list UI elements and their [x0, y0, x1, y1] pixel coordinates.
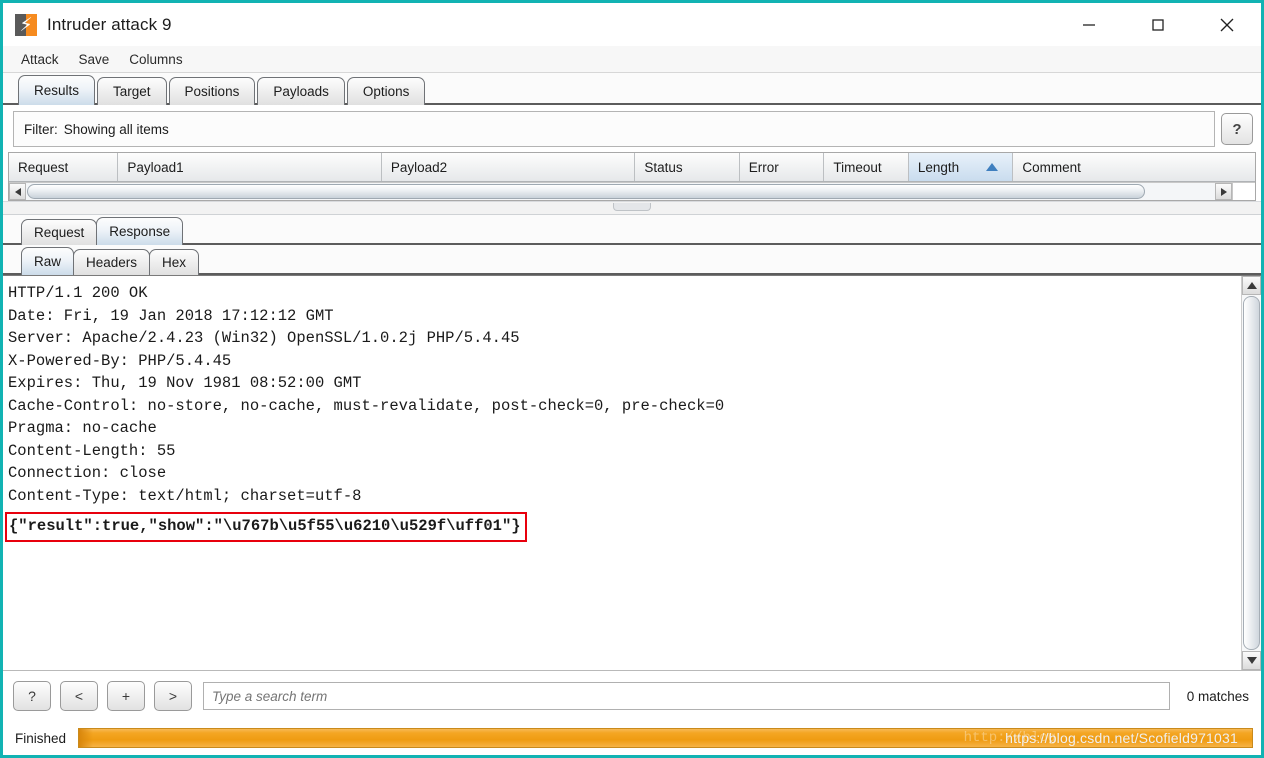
panel-splitter[interactable]: [3, 201, 1261, 215]
message-tab-strip: Request Response: [3, 215, 1261, 245]
filter-label: Filter:: [24, 121, 58, 137]
splitter-grip[interactable]: [613, 203, 651, 211]
vscroll-track[interactable]: [1242, 295, 1261, 651]
results-horizontal-scrollbar[interactable]: [9, 182, 1255, 200]
column-header-request[interactable]: Request: [9, 153, 119, 181]
close-button[interactable]: [1192, 3, 1261, 46]
filter-zone: Filter: Showing all items ?: [3, 105, 1261, 152]
watermark-ghost: http://blog: [963, 730, 1056, 746]
column-header-payload1[interactable]: Payload1: [118, 153, 382, 181]
tab-response[interactable]: Response: [96, 217, 184, 245]
search-input[interactable]: [203, 682, 1170, 710]
tab-headers[interactable]: Headers: [73, 249, 151, 275]
scroll-right-button[interactable]: [1215, 183, 1232, 200]
watermark-url: https://blog.csdn.net/Scofield971031: [1005, 730, 1238, 746]
title-bar: ⚡ Intruder attack 9: [3, 3, 1261, 46]
menu-item-save[interactable]: Save: [71, 50, 118, 69]
column-header-length-label: Length: [917, 159, 960, 175]
filter-bar[interactable]: Filter: Showing all items: [13, 111, 1215, 147]
window-title: Intruder attack 9: [47, 14, 172, 34]
search-next-button[interactable]: >: [154, 681, 192, 711]
arrow-right-icon: [1220, 187, 1227, 196]
column-header-error[interactable]: Error: [740, 153, 825, 181]
tab-options[interactable]: Options: [346, 77, 426, 105]
tab-results[interactable]: Results: [18, 75, 96, 105]
attack-progress-bar: http://blog https://blog.csdn.net/Scofie…: [78, 728, 1253, 748]
column-header-length[interactable]: Length: [908, 153, 1014, 181]
response-vertical-scrollbar[interactable]: [1241, 276, 1261, 670]
hscroll-corner: [1232, 183, 1255, 200]
results-table: Request Payload1 Payload2 Status Error T…: [8, 152, 1256, 201]
status-label: Finished: [15, 730, 67, 746]
menu-bar: Attack Save Columns: [3, 46, 1261, 73]
tab-payloads[interactable]: Payloads: [257, 77, 345, 105]
hscroll-thumb[interactable]: [27, 184, 1145, 199]
window-controls: [1054, 3, 1261, 46]
search-matches-label: 0 matches: [1186, 688, 1249, 704]
progress-shine: [79, 729, 94, 747]
tab-request[interactable]: Request: [21, 219, 98, 245]
search-help-button[interactable]: ?: [13, 681, 51, 711]
tab-raw[interactable]: Raw: [21, 247, 75, 275]
scroll-left-button[interactable]: [9, 183, 26, 200]
search-add-button[interactable]: +: [107, 681, 145, 711]
tab-target[interactable]: Target: [97, 77, 167, 105]
results-table-header: Request Payload1 Payload2 Status Error T…: [9, 153, 1255, 182]
search-prev-button[interactable]: <: [60, 681, 98, 711]
intruder-attack-window: ⚡ Intruder attack 9 Attack Save Columns …: [0, 0, 1264, 758]
hscroll-track[interactable]: [26, 183, 1215, 200]
view-tab-strip: Raw Headers Hex: [3, 245, 1261, 275]
scroll-down-button[interactable]: [1242, 651, 1261, 670]
burp-lightning-icon: ⚡: [15, 13, 37, 36]
column-header-comment[interactable]: Comment: [1013, 153, 1255, 181]
search-toolbar: ? < + > 0 matches: [3, 670, 1261, 721]
response-headers-text: HTTP/1.1 200 OK Date: Fri, 19 Jan 2018 1…: [8, 284, 725, 505]
response-body-highlighted: {"result":true,"show":"\u767b\u5f55\u621…: [5, 512, 527, 542]
status-bar: Finished http://blog https://blog.csdn.n…: [3, 721, 1261, 755]
arrow-up-icon: [1246, 282, 1257, 289]
tab-positions[interactable]: Positions: [168, 77, 256, 105]
column-header-status[interactable]: Status: [635, 153, 740, 181]
vscroll-thumb[interactable]: [1243, 296, 1260, 650]
column-header-timeout[interactable]: Timeout: [824, 153, 909, 181]
minimize-button[interactable]: [1054, 3, 1123, 46]
filter-value: Showing all items: [63, 121, 169, 137]
response-viewer: HTTP/1.1 200 OK Date: Fri, 19 Jan 2018 1…: [3, 275, 1261, 670]
main-tab-strip: Results Target Positions Payloads Option…: [3, 73, 1261, 105]
tab-hex[interactable]: Hex: [149, 249, 200, 275]
response-raw-text[interactable]: HTTP/1.1 200 OK Date: Fri, 19 Jan 2018 1…: [3, 276, 1241, 670]
column-header-payload2[interactable]: Payload2: [382, 153, 636, 181]
sort-ascending-icon: [986, 163, 999, 171]
maximize-button[interactable]: [1123, 3, 1192, 46]
filter-help-button[interactable]: ?: [1221, 113, 1253, 145]
arrow-left-icon: [14, 187, 21, 196]
arrow-down-icon: [1246, 657, 1257, 664]
menu-item-columns[interactable]: Columns: [121, 50, 190, 69]
menu-item-attack[interactable]: Attack: [13, 50, 67, 69]
scroll-up-button[interactable]: [1242, 276, 1261, 295]
